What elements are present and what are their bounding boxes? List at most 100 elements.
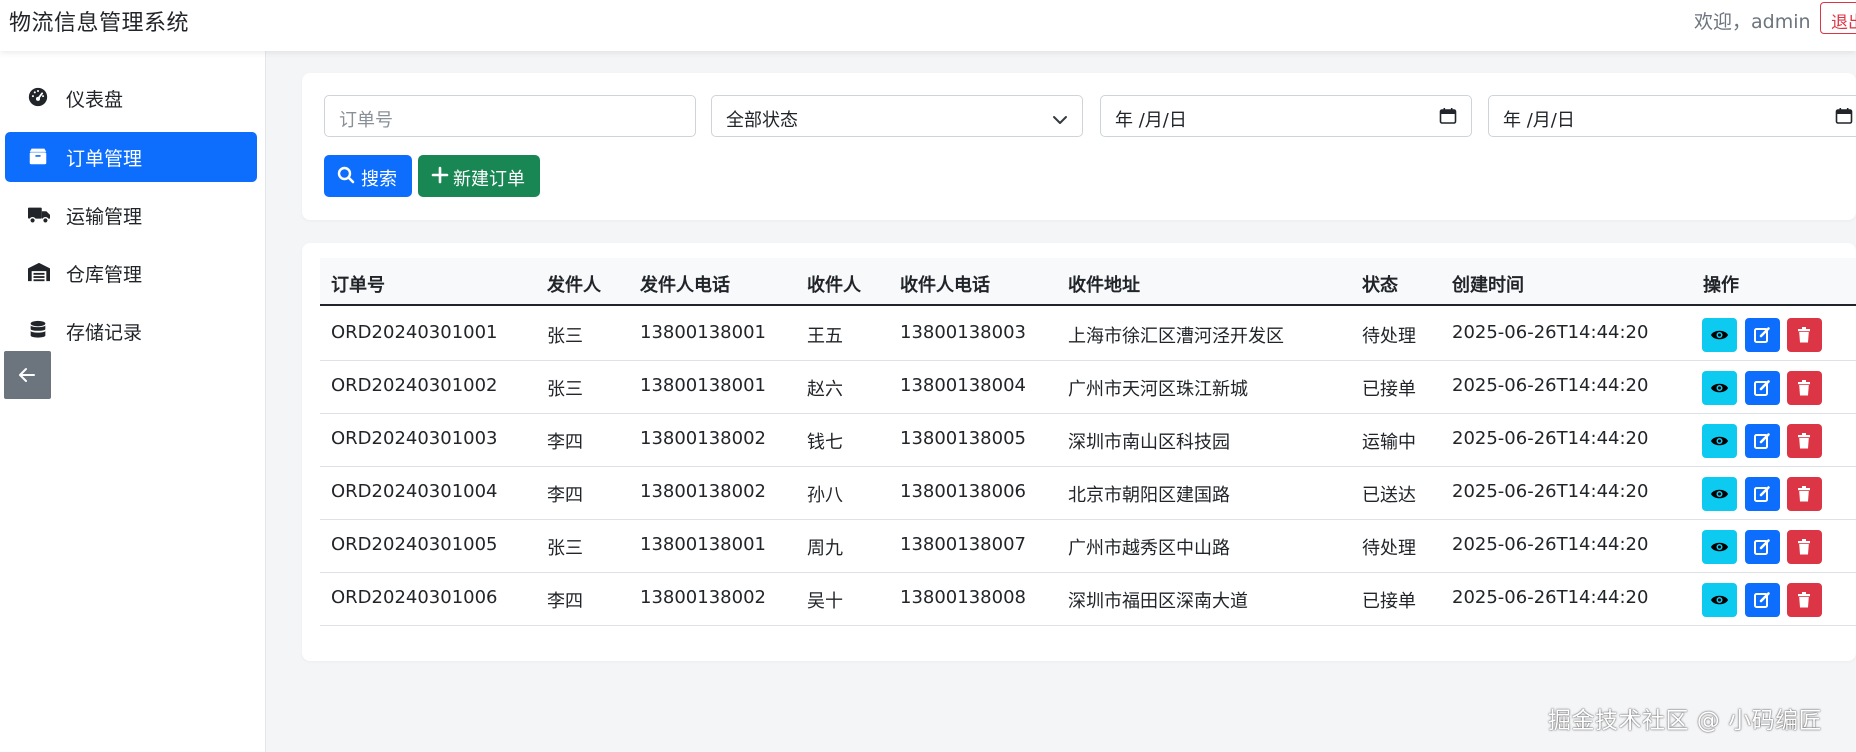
row-actions [1702,583,1822,617]
search-button[interactable]: 搜索 [324,155,412,197]
view-button[interactable] [1702,318,1737,352]
order-number-placeholder: 订单号 [339,110,393,131]
table-cell: 2025-06-26T14:44:20 [1452,534,1649,555]
table-cell: 广州市天河区珠江新城 [1068,379,1248,400]
table-cell: 13800138001 [640,534,766,555]
logout-button[interactable]: 退出 [1820,2,1856,34]
dashboard-gauge-icon [27,86,51,110]
delete-button[interactable] [1787,583,1822,617]
edit-button[interactable] [1745,530,1780,564]
table-row: ORD20240301002 张三 13800138001 赵六 13800138004… [320,361,1856,414]
end-date-input[interactable]: 年 /月/日 [1488,95,1856,137]
column-header: 创建时间 [1452,275,1524,296]
status-select-value: 全部状态 [726,110,798,131]
table-cell: 张三 [547,326,583,347]
view-button[interactable] [1702,371,1737,405]
top-header: 物流信息管理系统 欢迎，admin 退出 [0,0,1856,51]
delete-button[interactable] [1787,530,1822,564]
column-header: 收件人 [807,275,861,296]
calendar-icon[interactable] [1439,107,1457,130]
sidebar-item-label: 订单管理 [66,148,143,170]
row-actions [1702,318,1822,352]
new-order-button[interactable]: 新建订单 [418,155,540,197]
sidebar-item-label: 存储记录 [66,322,143,344]
column-header: 发件人 [547,275,601,296]
sidebar: 仪表盘 订单管理 运输管理 仓库管理 存储记录 [0,51,266,752]
delete-button[interactable] [1787,318,1822,352]
table-row: ORD20240301003 李四 13800138002 钱七 13800138005… [320,414,1856,467]
table-cell: 钱七 [807,432,843,453]
table-cell: 已送达 [1362,485,1416,506]
table-cell: 已接单 [1362,591,1416,612]
delete-button[interactable] [1787,477,1822,511]
warehouse-icon [27,261,51,285]
table-cell: 13800138001 [640,375,766,396]
table-cell: 13800138002 [640,587,766,608]
search-button-label: 搜索 [361,169,397,190]
view-button[interactable] [1702,477,1737,511]
table-row: ORD20240301005 张三 13800138001 周九 13800138007… [320,520,1856,573]
column-header: 收件人电话 [900,275,990,296]
start-date-placeholder: 年 /月/日 [1115,110,1187,131]
chevron-down-icon [1052,110,1068,131]
table-cell: 13800138008 [900,587,1026,608]
calendar-icon[interactable] [1835,107,1853,130]
table-cell: ORD20240301004 [331,481,498,502]
column-header: 操作 [1703,275,1739,296]
delete-button[interactable] [1787,371,1822,405]
table-cell: ORD20240301002 [331,375,498,396]
table-cell: 13800138007 [900,534,1026,555]
table-cell: 周九 [807,538,843,559]
order-number-input[interactable]: 订单号 [324,95,696,137]
sidebar-item-label: 仪表盘 [66,89,124,111]
status-select[interactable]: 全部状态 [711,95,1083,137]
sidebar-item-orders[interactable]: 订单管理 [5,132,257,182]
table-cell: 13800138005 [900,428,1026,449]
database-icon [27,319,51,343]
row-actions [1702,371,1822,405]
table-cell: 13800138003 [900,322,1026,343]
edit-button[interactable] [1745,318,1780,352]
table-cell: 13800138001 [640,322,766,343]
edit-button[interactable] [1745,477,1780,511]
welcome-text: 欢迎，admin [1694,11,1811,33]
view-button[interactable] [1702,583,1737,617]
column-header: 发件人电话 [640,275,730,296]
watermark-text: 掘金技术社区 @ 小码编匠 [1548,708,1823,734]
sidebar-item-dashboard[interactable]: 仪表盘 [5,73,257,123]
table-cell: 13800138002 [640,428,766,449]
table-cell: 李四 [547,591,583,612]
table-cell: 深圳市福田区深南大道 [1068,591,1248,612]
table-cell: 待处理 [1362,538,1416,559]
start-date-input[interactable]: 年 /月/日 [1100,95,1472,137]
column-header: 订单号 [331,275,385,296]
row-actions [1702,424,1822,458]
sidebar-item-transport[interactable]: 运输管理 [5,190,257,240]
sidebar-item-warehouse[interactable]: 仓库管理 [5,248,257,298]
view-button[interactable] [1702,530,1737,564]
table-cell: 赵六 [807,379,843,400]
table-cell: 吴十 [807,591,843,612]
table-cell: 2025-06-26T14:44:20 [1452,375,1649,396]
orders-table-panel: 订单号 发件人 发件人电话 收件人 收件人电话 收件地址 状态 创建时间 操作 … [302,243,1856,661]
table-cell: 广州市越秀区中山路 [1068,538,1230,559]
sidebar-item-storage[interactable]: 存储记录 [5,306,257,356]
edit-button[interactable] [1745,583,1780,617]
row-actions [1702,477,1822,511]
table-cell: ORD20240301001 [331,322,498,343]
new-order-button-label: 新建订单 [453,169,525,190]
table-cell: ORD20240301003 [331,428,498,449]
sidebar-collapse-button[interactable] [4,351,51,399]
table-cell: 孙八 [807,485,843,506]
table-cell: 上海市徐汇区漕河泾开发区 [1068,326,1284,347]
table-cell: 13800138006 [900,481,1026,502]
edit-button[interactable] [1745,371,1780,405]
search-icon [337,166,355,189]
table-row: ORD20240301006 李四 13800138002 吴十 13800138008… [320,573,1856,626]
edit-button[interactable] [1745,424,1780,458]
table-row: ORD20240301004 李四 13800138002 孙八 13800138006… [320,467,1856,520]
table-cell: 张三 [547,379,583,400]
delete-button[interactable] [1787,424,1822,458]
view-button[interactable] [1702,424,1737,458]
plus-icon [431,166,449,189]
